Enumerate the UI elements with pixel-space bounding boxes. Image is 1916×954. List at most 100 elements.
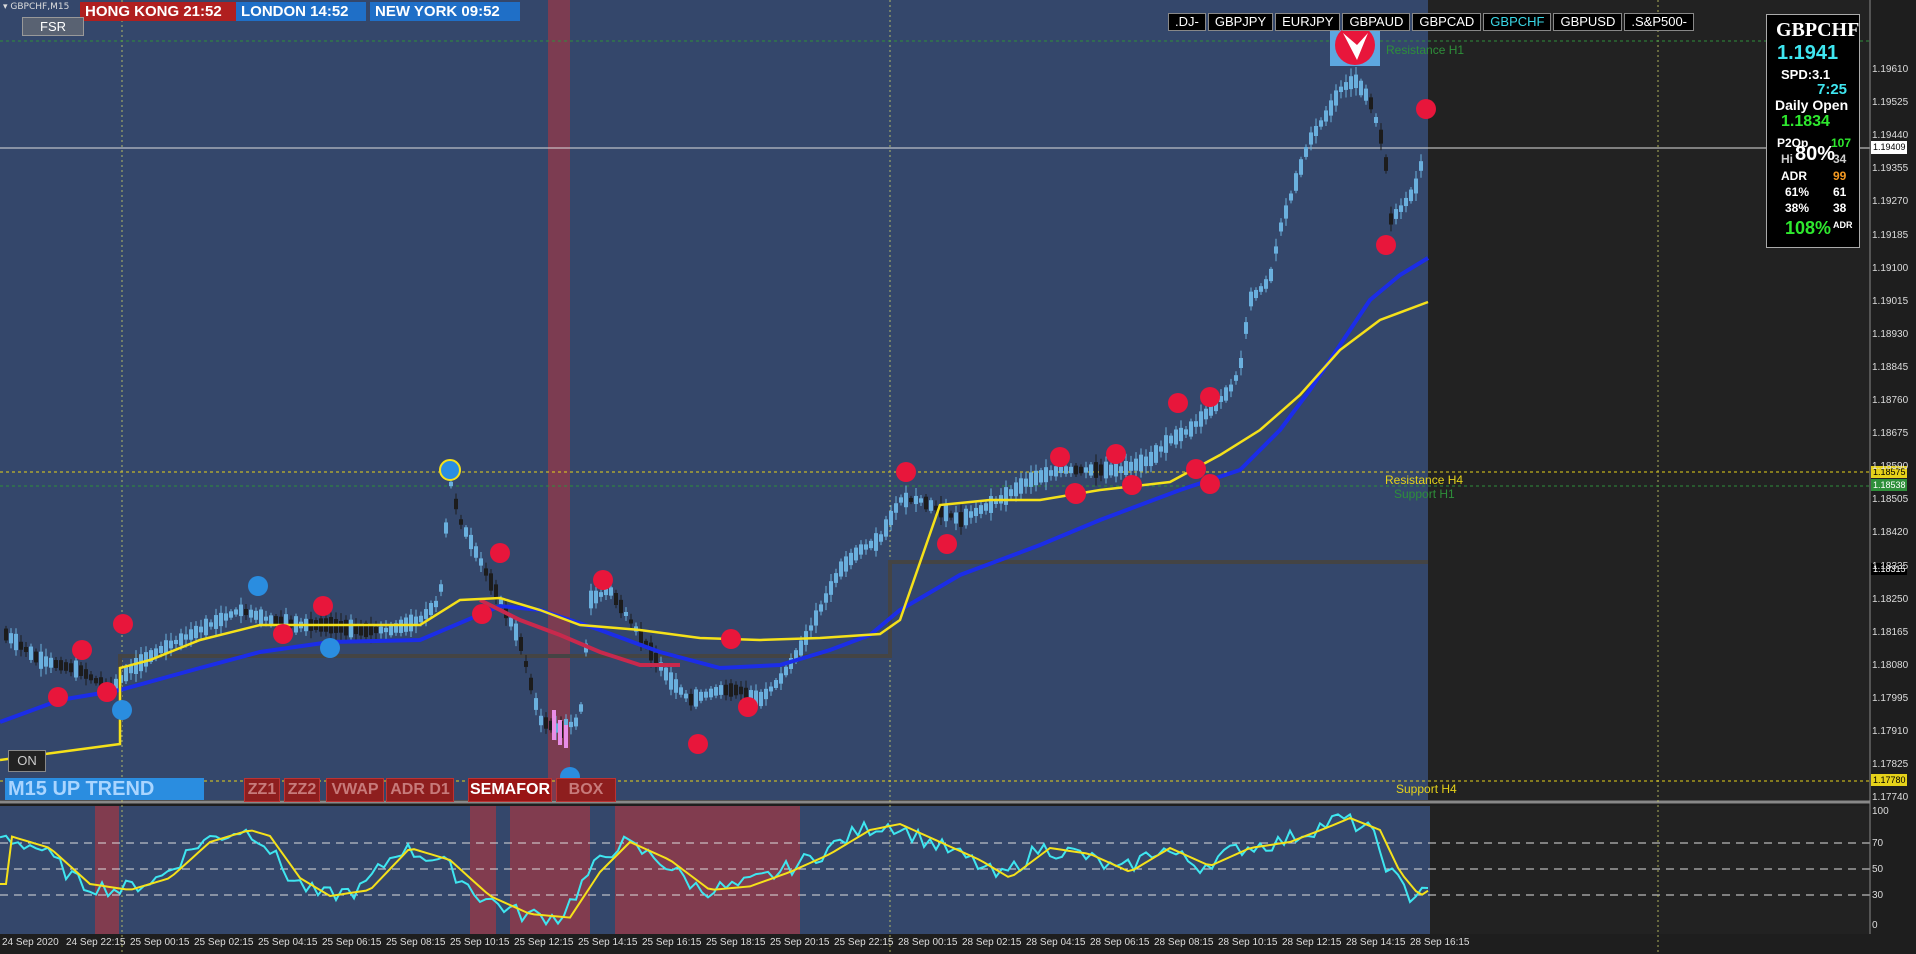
candle-body [759,691,763,707]
candle-body [539,715,543,726]
resistance-h4-label: Resistance H4 [1385,473,1464,487]
tab-dj[interactable]: .DJ- [1168,13,1206,31]
candle-body [469,534,473,550]
candle-body [609,587,613,596]
box-button[interactable]: BOX [556,778,616,802]
price-tick-label: 1.18590 [1872,461,1909,473]
price-tick-label: 1.19525 [1872,97,1909,109]
candle-body [699,691,703,701]
candle-body [764,688,768,700]
semafor-red-dot [472,604,492,624]
time-tick-label: 28 Sep 00:15 [898,937,958,948]
semafor-red-dot [1186,459,1206,479]
tab-gbpcad[interactable]: GBPCAD [1412,13,1482,31]
candle-body [669,672,673,690]
semafor-red-dot [1376,235,1396,255]
candle-body [514,623,518,641]
price-tick-label: 1.18080 [1872,659,1909,671]
candle-body [929,500,933,511]
semafor-red-dot [1168,393,1188,413]
candle-body [894,503,898,513]
time-tick-label: 25 Sep 04:15 [258,937,318,948]
candle-body [839,561,843,577]
time-tick-label: 28 Sep 06:15 [1090,937,1150,948]
dropdown-arrow-icon[interactable]: ▾ [3,2,8,12]
candle-body [899,497,903,503]
candle-body [1334,90,1338,106]
info-38-value: 38 [1833,201,1847,215]
price-tick-label: 1.18335 [1872,560,1909,572]
semafor-red-dot [490,543,510,563]
candle-body [1154,445,1158,463]
tab-gbpjpy[interactable]: GBPJPY [1207,13,1274,31]
on-toggle-button[interactable]: ON [8,750,46,772]
candle-body [1079,466,1083,474]
chart-symbol-label: ▾ GBPCHF,M15 [3,2,69,12]
semafor-red-dot [1416,99,1436,119]
candle-body [619,599,623,614]
time-tick-label: 25 Sep 10:15 [450,937,510,948]
candle-body [79,665,83,676]
time-tick-label: 28 Sep 10:15 [1218,937,1278,948]
tab-sp500[interactable]: .S&P500- [1624,13,1695,31]
oscillator-tick-label: 0 [1872,920,1878,931]
candle-body [1129,461,1133,471]
price-tick-label: 1.19015 [1872,295,1909,307]
time-tick-label: 24 Sep 2020 [2,937,59,948]
candle-body [949,513,953,518]
price-tick-label: 1.19355 [1872,163,1909,175]
candle-body [49,657,53,668]
semafor-button[interactable]: SEMAFOR [468,778,552,802]
vwap-button[interactable]: VWAP [326,778,384,802]
candle-body [1074,465,1078,475]
candle-body [974,507,978,517]
support-h4-label: Support H4 [1396,782,1457,796]
adr-d1-button[interactable]: ADR D1 [386,778,454,802]
candle-body [834,573,838,583]
candle-body [769,686,773,692]
candle-body [1049,470,1053,476]
tab-eurjpy[interactable]: EURJPY [1275,13,1341,31]
candle-body [384,627,388,633]
price-chart[interactable] [0,0,1916,954]
candle-body [594,590,598,604]
candle-body [969,511,973,518]
candle-body [64,662,68,671]
candle-body [1234,375,1238,381]
info-daily-open-value: 1.1834 [1781,113,1830,130]
candle-body [1189,421,1193,437]
info-daily-open-label: Daily Open [1775,97,1849,113]
candle-body [349,619,353,638]
candle-body [224,613,228,621]
candle-body [1229,384,1233,392]
tab-gbpchf[interactable]: GBPCHF [1483,13,1552,31]
candle-body [1159,446,1163,452]
tab-gbpaud[interactable]: GBPAUD [1342,13,1411,31]
candle-body [1089,464,1093,476]
candle-body [344,619,348,636]
candle-body [9,633,13,644]
candle-body [1279,222,1283,232]
time-tick-label: 25 Sep 06:15 [322,937,382,948]
time-tick-label: 28 Sep 16:15 [1410,937,1470,948]
candle-body [444,522,448,534]
candle-body [1104,461,1108,479]
zz2-button[interactable]: ZZ2 [284,778,320,802]
zz1-button[interactable]: ZZ1 [244,778,280,802]
fsr-button[interactable]: FSR [22,17,84,36]
candle-body [1169,435,1173,444]
candle-body [1029,472,1033,487]
candle-body [374,626,378,634]
time-tick-label: 25 Sep 22:15 [834,937,894,948]
candle-body [379,626,383,634]
tab-gbpusd[interactable]: GBPUSD [1553,13,1623,31]
semafor-red-dot [721,629,741,649]
candle-body [154,648,158,657]
candle-body [589,590,593,609]
candle-body [849,552,853,566]
candle-body [1269,268,1273,282]
price-tick-label: 1.18930 [1872,328,1909,340]
candle-body [259,609,263,625]
semafor-red-dot [1200,474,1220,494]
candle-body [679,687,683,695]
